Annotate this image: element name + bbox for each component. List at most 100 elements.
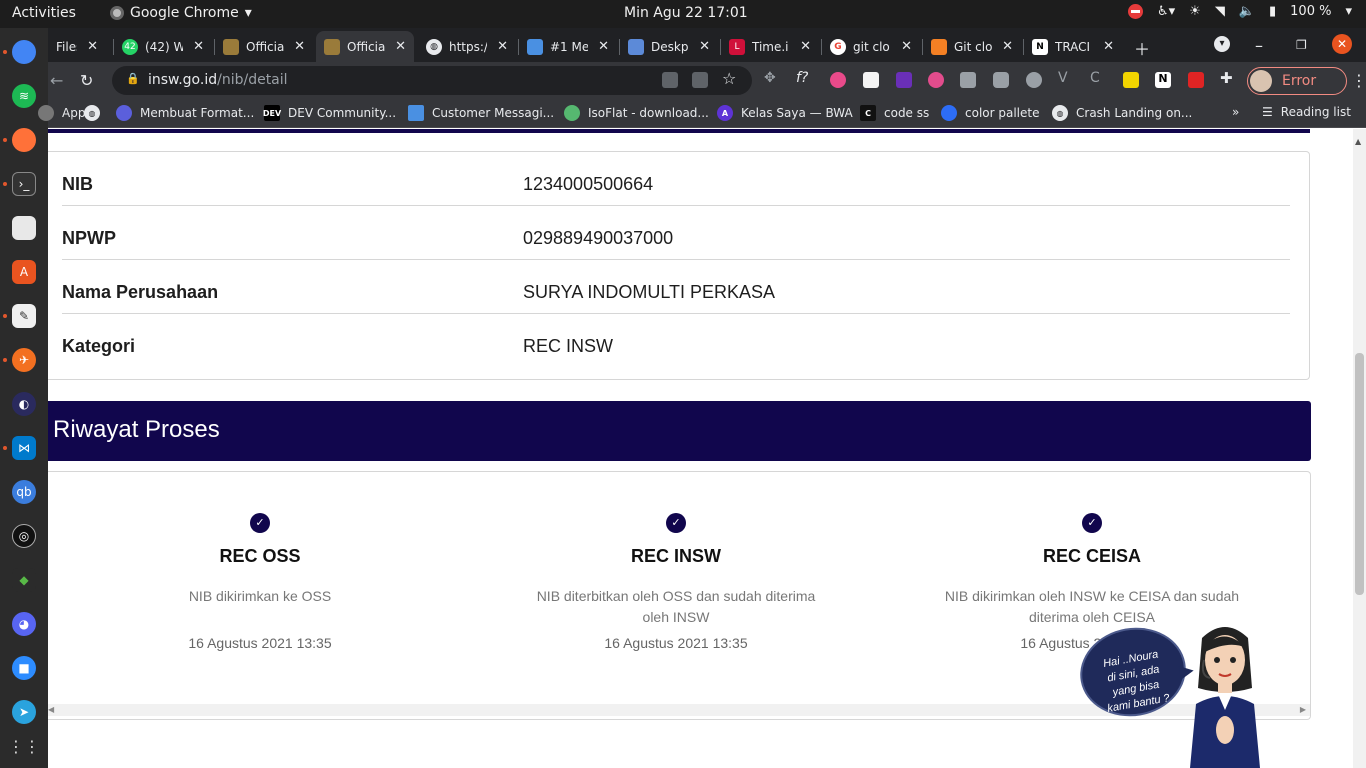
bookmark-item[interactable]: ◍ Crash Landing on... xyxy=(1052,105,1192,121)
show-applications-icon[interactable]: ⋮⋮ xyxy=(8,734,40,758)
terminal-icon[interactable]: ›_ xyxy=(12,172,36,196)
wifi-icon[interactable]: ◥ xyxy=(1215,4,1225,19)
close-tab-icon[interactable]: ✕ xyxy=(800,39,811,54)
brightness-icon[interactable]: ☀ xyxy=(1189,4,1201,19)
minimize-button[interactable]: – xyxy=(1255,36,1263,55)
tab-label: TRACI xyxy=(1055,39,1091,54)
close-tab-icon[interactable]: ✕ xyxy=(395,39,406,54)
vscode-icon[interactable]: ⋈ xyxy=(12,436,36,460)
battery-icon[interactable]: ▮ xyxy=(1269,4,1276,19)
tab[interactable]: Git clo ✕ xyxy=(923,31,1021,62)
discord-icon[interactable]: ◕ xyxy=(12,612,36,636)
sourcetree-icon[interactable]: ◆ xyxy=(12,568,36,592)
profile-button[interactable]: Error xyxy=(1247,67,1347,95)
close-tab-icon[interactable]: ✕ xyxy=(294,39,305,54)
software-center-icon[interactable]: A xyxy=(12,260,36,284)
activities-button[interactable]: Activities xyxy=(12,5,76,21)
notion-ext-icon[interactable]: N xyxy=(1155,72,1171,88)
scrollbar-thumb[interactable] xyxy=(1355,353,1364,595)
reading-list-button[interactable]: ☰ Reading list xyxy=(1262,105,1351,119)
bookmarks-overflow-button[interactable]: » xyxy=(1232,105,1239,119)
maximize-button[interactable]: ❐ xyxy=(1296,38,1307,52)
close-tab-icon[interactable]: ✕ xyxy=(193,39,204,54)
address-bar[interactable]: 🔒 insw.go.id/nib/detail ☆ xyxy=(112,66,752,95)
files-icon[interactable] xyxy=(12,216,36,240)
color-picker-icon[interactable] xyxy=(830,72,846,88)
telegram-icon[interactable]: ➤ xyxy=(12,700,36,724)
chrome-dock-icon[interactable] xyxy=(12,40,36,64)
tab[interactable]: Officia ✕ xyxy=(215,31,313,62)
lock-icon[interactable]: 🔒 xyxy=(126,72,140,85)
extension-icon[interactable]: ✥ xyxy=(764,70,780,86)
lighthouse-icon[interactable] xyxy=(993,72,1009,88)
new-tab-button[interactable]: ＋ xyxy=(1134,36,1150,60)
bookmark-star-icon[interactable]: ☆ xyxy=(722,69,738,88)
tab[interactable]: L Time.i ✕ xyxy=(721,31,819,62)
tab[interactable]: #1 Me ✕ xyxy=(519,31,617,62)
tab[interactable]: N TRACI ✕ xyxy=(1024,31,1122,62)
window-close-button[interactable]: ✕ xyxy=(1332,34,1352,54)
close-tab-icon[interactable]: ✕ xyxy=(699,39,710,54)
extension-badge-icon[interactable] xyxy=(896,72,912,88)
tab[interactable]: Files - ✕ xyxy=(48,31,106,62)
screenshot-icon[interactable] xyxy=(960,72,976,88)
tor-icon[interactable]: ◐ xyxy=(12,392,36,416)
bookmark-item[interactable]: IsoFlat - download... xyxy=(564,105,709,121)
chat-bubble[interactable]: Hai ..Noura di sini, ada yang bisa kami … xyxy=(1073,619,1193,725)
bookmark-globe[interactable]: ◍ xyxy=(84,105,108,121)
tray-caret-icon[interactable]: ▾ xyxy=(1345,4,1352,19)
code-extension-icon[interactable]: C xyxy=(1090,70,1106,86)
close-tab-icon[interactable]: ✕ xyxy=(87,39,98,54)
vue-devtools-icon[interactable]: V xyxy=(1058,70,1074,86)
chat-assistant-widget[interactable]: Hai ..Noura di sini, ada yang bisa kami … xyxy=(1073,618,1270,768)
bookmark-item[interactable]: Customer Messagi... xyxy=(408,105,554,121)
url-text[interactable]: insw.go.id/nib/detail xyxy=(148,72,288,88)
system-clock[interactable]: Min Agu 22 17:01 xyxy=(624,5,748,21)
chat-extension-icon[interactable] xyxy=(1026,72,1042,88)
zoom-icon[interactable]: ■ xyxy=(12,656,36,680)
system-tray[interactable]: ♿▾ ☀ ◥ 🔈 ▮ 100 % ▾ xyxy=(1127,4,1352,19)
accessibility-icon[interactable]: ♿▾ xyxy=(1157,4,1175,19)
bookmark-item[interactable]: Membuat Format... xyxy=(116,105,254,121)
puzzle-extensions-icon[interactable]: ✚ xyxy=(1220,69,1236,87)
new-extension-icon[interactable] xyxy=(928,72,944,88)
reload-button[interactable]: ↻ xyxy=(80,71,93,90)
obs-icon[interactable]: ◎ xyxy=(12,524,36,548)
assistant-avatar[interactable] xyxy=(1180,618,1270,768)
whatfont-icon[interactable]: f? xyxy=(796,70,812,86)
scroll-right-icon[interactable]: ▶ xyxy=(1300,705,1306,714)
back-button[interactable]: ← xyxy=(50,71,63,90)
close-tab-icon[interactable]: ✕ xyxy=(1103,39,1114,54)
close-tab-icon[interactable]: ✕ xyxy=(598,39,609,54)
close-tab-icon[interactable]: ✕ xyxy=(497,39,508,54)
close-tab-icon[interactable]: ✕ xyxy=(1002,39,1013,54)
bookmark-item[interactable]: DEV DEV Community... xyxy=(263,105,396,121)
do-not-disturb-icon[interactable] xyxy=(1127,4,1143,19)
volume-icon[interactable]: 🔈 xyxy=(1239,4,1255,19)
tab[interactable]: 42 (42) W ✕ xyxy=(114,31,212,62)
chrome-menu-icon[interactable]: ⋮ xyxy=(1351,71,1366,90)
scroll-up-icon[interactable]: ▲ xyxy=(1355,137,1361,146)
app-menu[interactable]: Google Chrome ▾ xyxy=(110,5,252,21)
tab[interactable]: G git clo ✕ xyxy=(822,31,920,62)
bookmark-item[interactable]: A Kelas Saya — BWA xyxy=(717,105,853,121)
postman-icon[interactable]: ✈ xyxy=(12,348,36,372)
tab-search-icon[interactable]: ▾ xyxy=(1214,36,1230,52)
close-tab-icon[interactable]: ✕ xyxy=(901,39,912,54)
scroll-left-icon[interactable]: ◀ xyxy=(48,705,54,714)
bookmark-item[interactable]: C code ss xyxy=(860,105,929,121)
translate-icon[interactable] xyxy=(692,72,708,88)
spotify-icon[interactable]: ≋ xyxy=(12,84,36,108)
tab[interactable]: ◍ https:/ ✕ xyxy=(418,31,516,62)
tab-active[interactable]: Officia ✕ xyxy=(316,31,414,62)
gimp-icon[interactable]: ✎ xyxy=(12,304,36,328)
calendar-icon[interactable] xyxy=(863,72,879,88)
qbittorrent-icon[interactable]: qb xyxy=(12,480,36,504)
bookmark-item[interactable]: color pallete xyxy=(941,105,1039,121)
tab[interactable]: Deskp ✕ xyxy=(620,31,718,62)
rss-icon[interactable] xyxy=(1188,72,1204,88)
vertical-scrollbar[interactable]: ▲ xyxy=(1353,129,1366,768)
blocked-popup-icon[interactable] xyxy=(662,72,678,88)
highlighter-icon[interactable] xyxy=(1123,72,1139,88)
firefox-icon[interactable] xyxy=(12,128,36,152)
